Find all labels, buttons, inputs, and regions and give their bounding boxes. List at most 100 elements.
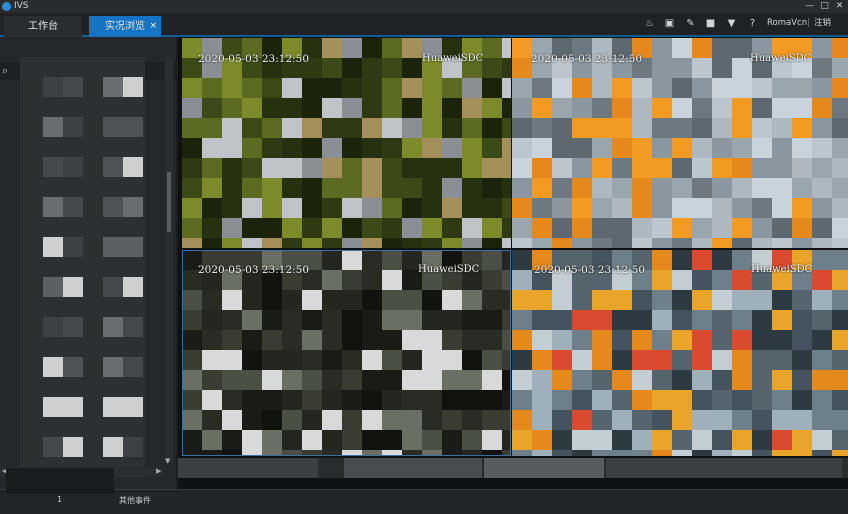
video-pixel (342, 290, 362, 310)
video-pane-1[interactable] (182, 38, 511, 248)
video-pixel (262, 118, 282, 138)
video-pixel (242, 218, 262, 238)
search-icon[interactable]: ⌕ (2, 64, 8, 78)
help-icon[interactable]: ? (746, 17, 759, 30)
video-pixel (552, 370, 572, 390)
video-pixel (552, 118, 572, 138)
video-pixel (532, 238, 552, 248)
video-pixel (502, 58, 511, 78)
video-pixel (712, 98, 732, 118)
video-pixel (362, 198, 382, 218)
video-pixel (482, 138, 502, 158)
video-pane-3[interactable] (182, 250, 511, 456)
vertical-scrollbar[interactable] (165, 57, 173, 463)
video-pixel (262, 198, 282, 218)
video-pixel (382, 138, 402, 158)
video-pixel (812, 390, 832, 410)
video-pixel (672, 350, 692, 370)
wrench-icon[interactable]: ✎ (684, 17, 697, 30)
video-pixel (792, 410, 812, 430)
video-pixel (342, 218, 362, 238)
title-bar: IVS — □ ✕ (0, 0, 848, 13)
shirt-icon[interactable]: ▼ (725, 17, 738, 30)
video-pixel (512, 290, 532, 310)
video-pixel (242, 310, 262, 330)
video-pixel (512, 310, 532, 330)
video-pixel (422, 198, 442, 218)
video-pixel (342, 250, 362, 270)
video-pixel (242, 390, 262, 410)
video-pixel (482, 238, 502, 248)
video-pixel (712, 238, 732, 248)
screenshot-icon[interactable]: ▣ (663, 17, 676, 30)
video-pixel (752, 350, 772, 370)
tree-item-redacted (103, 277, 123, 297)
video-pane-2[interactable] (512, 38, 848, 248)
video-pixel (612, 290, 632, 310)
strip-segment (606, 458, 842, 478)
video-pixel (502, 370, 511, 390)
video-pixel (262, 390, 282, 410)
tree-item-redacted (103, 357, 123, 377)
video-pixel (732, 98, 752, 118)
video-pixel (502, 390, 511, 410)
video-pixel (342, 410, 362, 430)
video-pixel (752, 330, 772, 350)
video-pixel (812, 290, 832, 310)
video-pixel (812, 370, 832, 390)
maximize-button[interactable]: □ (819, 0, 830, 13)
video-pixel (402, 350, 422, 370)
video-pixel (502, 290, 511, 310)
video-pixel (182, 218, 202, 238)
video-pixel (402, 390, 422, 410)
video-pixel (792, 290, 812, 310)
video-pixel (182, 118, 202, 138)
video-pixel (712, 290, 732, 310)
tab-live-view[interactable]: 实况浏览 × (89, 16, 161, 37)
tab-close-icon[interactable]: × (149, 16, 157, 37)
video-pixel (692, 410, 712, 430)
video-pixel (632, 98, 652, 118)
minimize-button[interactable]: — (804, 0, 815, 13)
video-pixel (712, 158, 732, 178)
video-pixel (442, 450, 462, 456)
video-pixel (282, 410, 302, 430)
video-pixel (532, 290, 552, 310)
video-pixel (652, 78, 672, 98)
close-window-button[interactable]: ✕ (834, 0, 845, 13)
video-pixel (362, 118, 382, 138)
video-pixel (242, 98, 262, 118)
video-pane-4[interactable] (512, 250, 848, 456)
video-pixel (462, 138, 482, 158)
tree-item-redacted (123, 357, 143, 377)
video-pixel (482, 78, 502, 98)
scroll-down-arrow[interactable]: ▼ (165, 457, 170, 465)
video-pixel (482, 390, 502, 410)
video-pixel (552, 198, 572, 218)
video-pixel (442, 158, 462, 178)
video-pixel (402, 38, 422, 58)
scroll-right-arrow[interactable]: ▶ (156, 467, 161, 476)
video-pixel (202, 370, 222, 390)
tree-item-redacted (103, 397, 123, 417)
tab-workbench[interactable]: 工作台 (4, 16, 82, 37)
video-pixel (652, 330, 672, 350)
scrollbar-thumb[interactable] (167, 172, 171, 232)
event-type-label[interactable]: 其他事件 (119, 495, 151, 506)
video-pixel (482, 218, 502, 238)
video-pixel (552, 238, 572, 248)
video-pixel (812, 178, 832, 198)
video-pixel (592, 310, 612, 330)
video-pixel (532, 78, 552, 98)
video-pixel (732, 138, 752, 158)
logout-link[interactable]: 注销 (814, 17, 831, 30)
video-pixel (672, 38, 692, 58)
video-pixel (342, 430, 362, 450)
video-pixel (182, 330, 202, 350)
alarm-icon[interactable]: ♨ (643, 17, 656, 30)
video-pixel (532, 118, 552, 138)
strip-segment (484, 458, 604, 478)
lock-icon[interactable]: ■ (704, 17, 717, 30)
video-pixel (712, 430, 732, 450)
user-name[interactable]: RomaVcn (767, 17, 807, 30)
